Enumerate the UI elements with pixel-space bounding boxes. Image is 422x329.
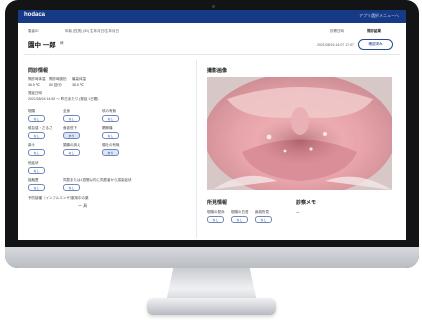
medication-value: ー 具 <box>78 203 88 208</box>
finding-value[interactable]: なし <box>255 216 272 223</box>
other-symptom-value[interactable]: なし <box>28 167 45 174</box>
memo-title: 診察メモ <box>296 200 317 206</box>
medication-label: 服用中の薬 <box>71 196 89 200</box>
symptom-label: 頭痛の訴え <box>63 143 81 147</box>
vital-label-1: 問診時体温 <box>28 77 46 81</box>
column-divider <box>196 60 197 238</box>
patient-name-suffix: 様 <box>60 41 64 45</box>
infection-value[interactable]: なし <box>63 184 80 191</box>
image-title: 撮影画像 <box>207 68 228 74</box>
symptom-value[interactable]: なし <box>28 132 45 139</box>
header-divider <box>24 54 400 55</box>
patient-name: 園中 一郎 <box>28 42 56 49</box>
interview-title: 問診情報 <box>28 68 49 74</box>
memo-value: ー <box>296 211 300 215</box>
record-label: 診察日時 <box>330 29 344 33</box>
throat-photo <box>207 77 392 190</box>
symptom-label: 食欲低下 <box>63 126 77 130</box>
contact-label: 接触歴 <box>28 178 39 182</box>
symptom-label: 倦怠感・だるさ <box>28 126 53 130</box>
symptom-value[interactable]: なし <box>102 115 119 122</box>
record-datetime: 2021/05/24 14:07 17:07 <box>317 43 354 47</box>
vital-value-1: 36.5 ℃ <box>28 83 40 87</box>
status-button-label: 確認済み <box>368 42 383 46</box>
finding-value[interactable]: なし <box>207 216 224 223</box>
findings-title: 所見情報 <box>207 200 228 206</box>
symptom-label: 全身 <box>63 109 70 113</box>
app-logo: hodaca <box>24 12 46 18</box>
finding-label: 咽頭の発赤 <box>207 210 225 214</box>
symptom-value[interactable]: なし <box>28 115 45 122</box>
infection-label: 同居または1週間以内に同居者から感染症状 <box>63 178 132 182</box>
app-header: hodaca アプリ選択メニューへ <box>18 10 406 23</box>
finding-value[interactable]: なし <box>231 216 248 223</box>
app-screen: hodaca アプリ選択メニューへ 患者ID 年齢 (性別) (ID) 生年月日… <box>18 10 406 240</box>
symptom-label: 関節痛 <box>102 126 113 130</box>
patient-id-label: 患者ID <box>28 29 39 33</box>
symptom-value[interactable]: なし <box>28 149 45 156</box>
finding-label: 扁桃所見 <box>255 210 269 214</box>
vital-label-2: 問診時脈拍 <box>49 77 67 81</box>
vital-value-2: 80 回/分 <box>49 83 62 87</box>
throat-image-svg <box>207 77 392 190</box>
app-menu-link[interactable]: アプリ選択メニューへ <box>359 13 399 19</box>
symptom-value[interactable]: あり <box>102 149 119 156</box>
vaccine-label: 予防接種（インフルエンザ） <box>28 196 74 200</box>
monitor-stand-base <box>147 298 276 315</box>
status-label: 問診結果 <box>367 29 381 33</box>
onset-label: 発症日時 <box>28 91 42 95</box>
contact-value[interactable]: なし <box>28 184 45 191</box>
finding-label: 咽頭の白苔 <box>231 210 249 214</box>
symptom-label: 嘔吐の有無 <box>102 143 120 147</box>
other-symptom-label: 他症状 <box>28 161 39 165</box>
symptom-value[interactable]: あり <box>63 132 80 139</box>
symptom-label: 咽頭 <box>28 109 35 113</box>
symptom-value[interactable]: なし <box>102 132 119 139</box>
onset-value: 2021/05/24 14:52 ～ 昨日あたり (発症 1日間) <box>28 97 99 101</box>
symptom-value[interactable]: なし <box>63 115 80 122</box>
patient-info: 年齢 (性別) (ID) 生年月日/生年月日 <box>65 29 120 33</box>
symptom-value[interactable]: なし <box>63 149 80 156</box>
status-button[interactable]: 確認済み <box>358 39 393 50</box>
symptom-label: 鼻汁 <box>28 143 35 147</box>
monitor-stand-neck <box>166 268 257 302</box>
symptom-label: 咳の有無 <box>102 109 116 113</box>
monitor-chin <box>5 247 419 268</box>
camera-dot <box>212 5 215 8</box>
monitor-bezel: hodaca アプリ選択メニューへ 患者ID 年齢 (性別) (ID) 生年月日… <box>5 0 419 268</box>
vital-label-3: 最高体温 <box>72 77 86 81</box>
vital-value-3: 38.5 ℃ <box>72 83 84 87</box>
